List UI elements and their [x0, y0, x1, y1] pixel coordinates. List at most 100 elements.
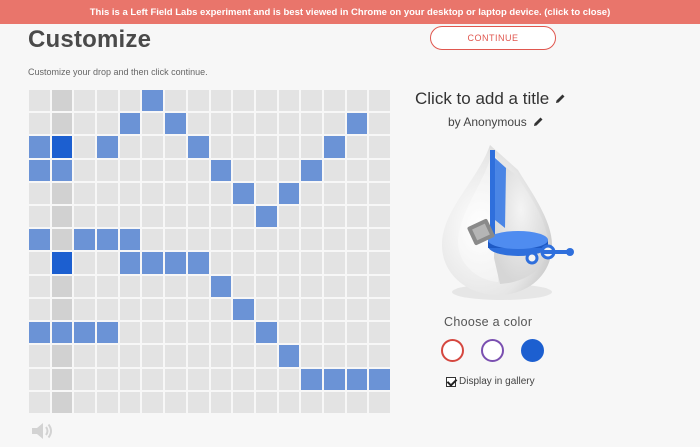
- sequencer-cell[interactable]: [369, 252, 390, 274]
- sequencer-cell[interactable]: [97, 391, 118, 413]
- sequencer-cell[interactable]: [210, 322, 232, 344]
- sequencer-cell[interactable]: [29, 90, 50, 112]
- sequencer-cell[interactable]: [301, 298, 322, 321]
- sequencer-cell[interactable]: [278, 345, 300, 367]
- sequencer-cell[interactable]: [323, 322, 345, 344]
- sequencer-cell[interactable]: [51, 113, 73, 135]
- sequencer-cell[interactable]: [255, 206, 277, 228]
- sequencer-cell[interactable]: [255, 298, 277, 321]
- sequencer-cell[interactable]: [323, 368, 345, 390]
- sequencer-cell[interactable]: [74, 182, 96, 205]
- sequencer-cell[interactable]: [210, 345, 232, 367]
- sequencer-cell[interactable]: [165, 136, 186, 158]
- sequencer-cell[interactable]: [278, 322, 300, 344]
- sequencer-cell[interactable]: [210, 229, 232, 251]
- sequencer-cell[interactable]: [210, 391, 232, 413]
- sequencer-cell[interactable]: [346, 159, 368, 181]
- sequencer-cell[interactable]: [369, 391, 390, 413]
- sequencer-cell[interactable]: [187, 298, 209, 321]
- sequencer-cell[interactable]: [323, 90, 345, 112]
- sequencer-cell[interactable]: [142, 322, 164, 344]
- sequencer-cell[interactable]: [74, 159, 96, 181]
- sequencer-cell[interactable]: [119, 275, 141, 297]
- sequencer-cell[interactable]: [278, 368, 300, 390]
- sequencer-cell[interactable]: [119, 368, 141, 390]
- color-swatch-purple[interactable]: [481, 339, 504, 362]
- sequencer-cell[interactable]: [119, 322, 141, 344]
- sequencer-cell[interactable]: [51, 182, 73, 205]
- sequencer-cell[interactable]: [119, 345, 141, 367]
- sequencer-cell[interactable]: [210, 90, 232, 112]
- sequencer-cell[interactable]: [255, 159, 277, 181]
- sequencer-cell[interactable]: [278, 136, 300, 158]
- sequencer-cell[interactable]: [74, 252, 96, 274]
- sequencer-cell[interactable]: [51, 345, 73, 367]
- drop-author[interactable]: by Anonymous: [448, 115, 544, 129]
- color-swatch-red[interactable]: [441, 339, 464, 362]
- sequencer-cell[interactable]: [255, 322, 277, 344]
- sequencer-cell[interactable]: [301, 229, 322, 251]
- sequencer-cell[interactable]: [142, 182, 164, 205]
- sequencer-cell[interactable]: [255, 113, 277, 135]
- sequencer-cell[interactable]: [142, 136, 164, 158]
- sequencer-cell[interactable]: [119, 182, 141, 205]
- sequencer-cell[interactable]: [346, 182, 368, 205]
- sequencer-cell[interactable]: [119, 90, 141, 112]
- sequencer-cell[interactable]: [142, 206, 164, 228]
- sequencer-cell[interactable]: [97, 182, 118, 205]
- sequencer-cell[interactable]: [369, 275, 390, 297]
- sequencer-cell[interactable]: [210, 275, 232, 297]
- sequencer-cell[interactable]: [369, 322, 390, 344]
- sequencer-cell[interactable]: [346, 298, 368, 321]
- sequencer-cell[interactable]: [29, 345, 50, 367]
- sequencer-cell[interactable]: [119, 206, 141, 228]
- sequencer-cell[interactable]: [301, 391, 322, 413]
- sequencer-cell[interactable]: [142, 229, 164, 251]
- sequencer-cell[interactable]: [74, 229, 96, 251]
- experiment-banner[interactable]: This is a Left Field Labs experiment and…: [0, 0, 700, 24]
- sequencer-cell[interactable]: [119, 298, 141, 321]
- sequencer-cell[interactable]: [210, 298, 232, 321]
- sequencer-cell[interactable]: [278, 113, 300, 135]
- sequencer-cell[interactable]: [142, 113, 164, 135]
- sequencer-cell[interactable]: [278, 391, 300, 413]
- sequencer-cell[interactable]: [301, 275, 322, 297]
- sequencer-cell[interactable]: [301, 136, 322, 158]
- sequencer-cell[interactable]: [369, 345, 390, 367]
- sequencer-cell[interactable]: [210, 182, 232, 205]
- sequencer-cell[interactable]: [346, 206, 368, 228]
- sequencer-cell[interactable]: [187, 391, 209, 413]
- sequencer-cell[interactable]: [369, 136, 390, 158]
- gallery-checkbox[interactable]: [446, 376, 456, 387]
- sequencer-cell[interactable]: [210, 159, 232, 181]
- sequencer-cell[interactable]: [278, 206, 300, 228]
- sequencer-cell[interactable]: [255, 275, 277, 297]
- sequencer-cell[interactable]: [119, 159, 141, 181]
- sequencer-cell[interactable]: [165, 206, 186, 228]
- sequencer-cell[interactable]: [255, 252, 277, 274]
- sequencer-cell[interactable]: [323, 136, 345, 158]
- sequencer-cell[interactable]: [97, 298, 118, 321]
- sequencer-cell[interactable]: [29, 322, 50, 344]
- sequencer-cell[interactable]: [74, 275, 96, 297]
- sequencer-cell[interactable]: [323, 391, 345, 413]
- sequencer-cell[interactable]: [233, 275, 254, 297]
- sequencer-cell[interactable]: [29, 298, 50, 321]
- sequencer-cell[interactable]: [165, 275, 186, 297]
- sequencer-cell[interactable]: [255, 368, 277, 390]
- sequencer-cell[interactable]: [187, 368, 209, 390]
- continue-button[interactable]: CONTINUE: [430, 26, 556, 50]
- sequencer-cell[interactable]: [119, 113, 141, 135]
- sequencer-cell[interactable]: [51, 252, 73, 274]
- sequencer-cell[interactable]: [165, 159, 186, 181]
- sequencer-cell[interactable]: [74, 391, 96, 413]
- sequencer-cell[interactable]: [323, 345, 345, 367]
- sequencer-cell[interactable]: [278, 252, 300, 274]
- sequencer-cell[interactable]: [233, 113, 254, 135]
- sequencer-cell[interactable]: [210, 368, 232, 390]
- sequencer-cell[interactable]: [187, 345, 209, 367]
- sequencer-cell[interactable]: [278, 298, 300, 321]
- sequencer-cell[interactable]: [323, 229, 345, 251]
- sequencer-cell[interactable]: [165, 368, 186, 390]
- sequencer-cell[interactable]: [74, 90, 96, 112]
